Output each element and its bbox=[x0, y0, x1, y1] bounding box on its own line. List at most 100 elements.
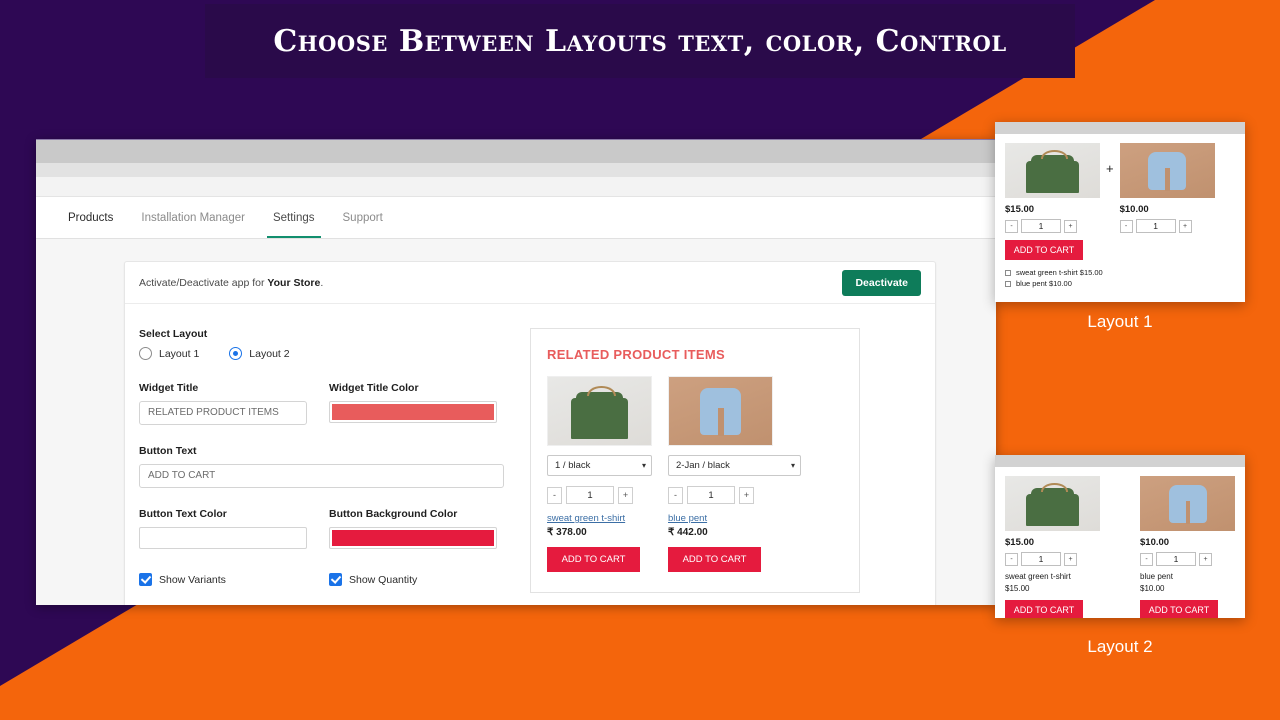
layout-2-qty-value-2[interactable]: 1 bbox=[1156, 552, 1196, 566]
button-bg-color-group: Button Background Color bbox=[329, 508, 497, 549]
qty-minus-button-2[interactable]: - bbox=[668, 486, 683, 504]
tab-settings[interactable]: Settings bbox=[259, 197, 329, 238]
layout-1-list-item-1[interactable]: sweat green t-shirt $15.00 bbox=[1005, 268, 1235, 277]
layout-1-qty-value-1[interactable]: 1 bbox=[1021, 219, 1061, 233]
activate-row: Activate/Deactivate app for Your Store. … bbox=[125, 262, 935, 304]
layout-2-qty-value-1[interactable]: 1 bbox=[1021, 552, 1061, 566]
layout-2-add-to-cart-1[interactable]: ADD TO CART bbox=[1005, 600, 1083, 618]
layout-1-product-2 bbox=[1119, 143, 1215, 198]
qty-value-2[interactable]: 1 bbox=[687, 486, 735, 504]
layout-1-list-item-2[interactable]: blue pent $10.00 bbox=[1005, 279, 1235, 288]
qty-minus-button-1[interactable]: - bbox=[547, 486, 562, 504]
layout-1-qty-minus-1[interactable]: - bbox=[1005, 219, 1018, 233]
title-banner: Choose Between Layouts text, color, Cont… bbox=[205, 4, 1075, 78]
layout-1-price-col-2: $10.00 - 1 + bbox=[1119, 198, 1215, 233]
layout-2-qty-minus-2[interactable]: - bbox=[1140, 552, 1153, 566]
browser-window: Products Installation Manager Settings S… bbox=[36, 139, 996, 605]
toggles-row: Show Variants Show Quantity bbox=[139, 573, 504, 586]
preview-product-1: 1 / black ▾ - 1 + sweat green t-shirt ₹ … bbox=[547, 376, 652, 572]
deactivate-button[interactable]: Deactivate bbox=[842, 269, 921, 296]
preview-variant-select-2[interactable]: 2-Jan / black ▾ bbox=[668, 455, 801, 476]
tab-settings-label: Settings bbox=[272, 211, 315, 224]
layout-2-product-2: $10.00 - 1 + blue pent $10.00 ADD TO CAR… bbox=[1140, 476, 1235, 618]
tab-products[interactable]: Products bbox=[54, 197, 127, 238]
layout-1-green-tshirt-image bbox=[1005, 143, 1100, 198]
show-variants-checkbox[interactable]: Show Variants bbox=[139, 573, 307, 586]
widget-title-label: Widget Title bbox=[139, 382, 199, 394]
widget-title-color-input[interactable] bbox=[329, 401, 497, 423]
preview-product-price-1: ₹ 378.00 bbox=[547, 527, 587, 538]
widget-title-color-group: Widget Title Color bbox=[329, 382, 497, 425]
chevron-down-icon-2: ▾ bbox=[790, 461, 795, 470]
chevron-down-icon: ▾ bbox=[641, 461, 646, 470]
qty-value-1[interactable]: 1 bbox=[566, 486, 614, 504]
preview-variant-select-1[interactable]: 1 / black ▾ bbox=[547, 455, 652, 476]
button-text-color-input[interactable] bbox=[139, 527, 307, 549]
layout-1-qty-plus-2[interactable]: + bbox=[1178, 219, 1192, 233]
button-text-color-label: Button Text Color bbox=[139, 508, 227, 520]
layout-1-card-body: + $15.00 - 1 + + $10.00 - 1 + bbox=[995, 134, 1245, 299]
layout-1-list-text-1: sweat green t-shirt $15.00 bbox=[1016, 268, 1103, 277]
widget-title-input[interactable]: RELATED PRODUCT ITEMS bbox=[139, 401, 307, 425]
tab-support-label: Support bbox=[342, 211, 383, 224]
select-layout-label: Select Layout bbox=[139, 328, 208, 340]
layout-2-card-body: $15.00 - 1 + sweat green t-shirt $15.00 … bbox=[995, 467, 1245, 618]
preview-panel: RELATED PRODUCT ITEMS 1 / black ▾ - 1 + … bbox=[530, 328, 860, 593]
activate-text-suffix: . bbox=[320, 276, 324, 289]
button-color-row: Button Text Color Button Background Colo… bbox=[139, 508, 504, 569]
layout-1-bundle-list: sweat green t-shirt $15.00 blue pent $10… bbox=[1005, 268, 1235, 288]
layout-2-price-1: $15.00 bbox=[1005, 537, 1035, 548]
preview-product-link-1[interactable]: sweat green t-shirt bbox=[547, 513, 652, 524]
banner-title: Choose Between Layouts text, color, Cont… bbox=[273, 23, 1007, 59]
browser-toolbar bbox=[36, 163, 996, 177]
button-bg-color-swatch bbox=[332, 530, 494, 546]
layout-1-qty-value-2[interactable]: 1 bbox=[1135, 219, 1176, 233]
settings-form: Select Layout Layout 1 Layout 2 Widget T… bbox=[139, 328, 504, 593]
radio-layout-1-label: Layout 1 bbox=[159, 347, 200, 360]
layout-1-caption: Layout 1 bbox=[1087, 312, 1153, 331]
qty-plus-button-1[interactable]: + bbox=[618, 486, 633, 504]
layout-2-name-price-2: $10.00 bbox=[1140, 584, 1165, 593]
activate-description: Activate/Deactivate app for Your Store. bbox=[139, 277, 323, 289]
checkbox-icon-1 bbox=[1005, 269, 1011, 276]
layout-1-qty-stepper-1: - 1 + bbox=[1005, 219, 1100, 233]
settings-card: Activate/Deactivate app for Your Store. … bbox=[124, 261, 936, 605]
preview-qty-stepper-2: - 1 + bbox=[668, 486, 801, 504]
preview-product-link-2[interactable]: blue pent bbox=[668, 513, 801, 524]
checkbox-icon-2 bbox=[1005, 280, 1011, 287]
layout-1-preview-card: + $15.00 - 1 + + $10.00 - 1 + bbox=[995, 122, 1245, 302]
layout-2-qty-plus-1[interactable]: + bbox=[1064, 552, 1077, 566]
layout-1-list-text-2: blue pent $10.00 bbox=[1016, 279, 1072, 288]
button-bg-color-input[interactable] bbox=[329, 527, 497, 549]
show-quantity-label: Show Quantity bbox=[349, 573, 418, 586]
radio-layout-1-icon bbox=[139, 347, 152, 360]
radio-layout-1[interactable]: Layout 1 bbox=[139, 347, 199, 360]
preview-add-to-cart-2[interactable]: ADD TO CART bbox=[668, 547, 761, 572]
layout-2-name-2: blue pent bbox=[1140, 572, 1173, 581]
layout-2-qty-plus-2[interactable]: + bbox=[1199, 552, 1212, 566]
tab-installation-manager[interactable]: Installation Manager bbox=[127, 197, 259, 238]
layout-1-price-col-1: $15.00 - 1 + bbox=[1005, 198, 1100, 233]
layout-1-price-1: $15.00 bbox=[1005, 204, 1035, 215]
layout-1-qty-stepper-2: - 1 + bbox=[1119, 219, 1215, 233]
layout-2-add-to-cart-2[interactable]: ADD TO CART bbox=[1140, 600, 1218, 618]
layout-1-add-to-cart[interactable]: ADD TO CART bbox=[1005, 240, 1083, 260]
button-text-input[interactable]: ADD TO CART bbox=[139, 464, 504, 488]
show-quantity-checkbox[interactable]: Show Quantity bbox=[329, 573, 497, 586]
layout-2-qty-minus-1[interactable]: - bbox=[1005, 552, 1018, 566]
layout-1-qty-minus-2[interactable]: - bbox=[1119, 219, 1133, 233]
button-bg-color-label: Button Background Color bbox=[329, 508, 458, 520]
layout-1-price-row: $15.00 - 1 + + $10.00 - 1 + bbox=[1005, 198, 1235, 233]
preview-product-2: 2-Jan / black ▾ - 1 + blue pent ₹ 442.00… bbox=[668, 376, 801, 572]
layout-2-green-tshirt-image bbox=[1005, 476, 1100, 531]
preview-add-to-cart-1[interactable]: ADD TO CART bbox=[547, 547, 640, 572]
activate-text-prefix: Activate/Deactivate app for bbox=[139, 276, 268, 289]
show-variants-label: Show Variants bbox=[159, 573, 226, 586]
qty-plus-button-2[interactable]: + bbox=[739, 486, 754, 504]
preview-product-row: 1 / black ▾ - 1 + sweat green t-shirt ₹ … bbox=[547, 376, 843, 572]
radio-layout-2[interactable]: Layout 2 bbox=[229, 347, 290, 360]
layout-1-qty-plus-1[interactable]: + bbox=[1064, 219, 1077, 233]
green-tshirt-image bbox=[547, 376, 652, 446]
browser-titlebar bbox=[36, 139, 996, 163]
tab-support[interactable]: Support bbox=[329, 197, 397, 238]
